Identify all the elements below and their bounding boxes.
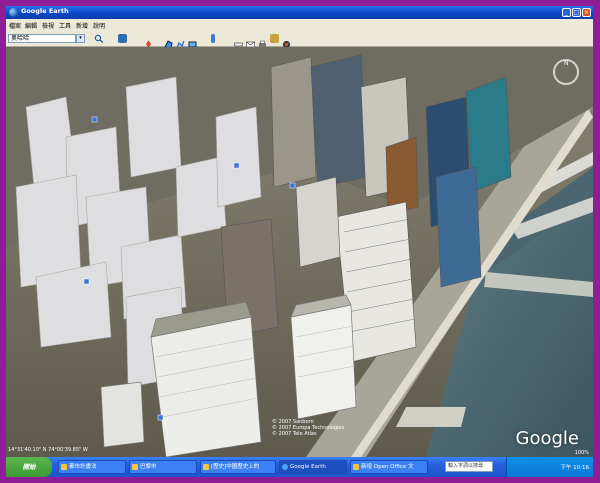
document-icon (353, 464, 359, 470)
taskbar-item-label: [歷史]中國歷史上的 (211, 464, 260, 470)
maximize-button[interactable]: □ (572, 8, 581, 17)
menu-add[interactable]: 新增 (76, 21, 88, 30)
taskbar-search-input[interactable]: 輸入字詞以搜尋 (445, 461, 493, 472)
overlay-icon[interactable] (188, 34, 197, 48)
taskbar-item-label: 都市計畫法 (69, 464, 97, 470)
document-icon (203, 464, 209, 470)
streaming-status: 100% (574, 450, 589, 456)
taskbar-item[interactable]: [歷史]中國歷史上的 (200, 460, 276, 474)
search-input[interactable]: 奥哈哈 (8, 34, 76, 43)
google-earth-window: Google Earth _ □ × 檔案 編輯 檢視 工具 新增 說明 奥哈哈… (6, 6, 593, 477)
menu-help[interactable]: 說明 (93, 21, 105, 30)
taskbar-item-label: 新增 Open Office 文 (361, 464, 414, 470)
close-button[interactable]: × (582, 8, 591, 17)
email-icon[interactable] (246, 34, 255, 48)
pointer-coordinates: 14°31'40.10" N 74°00'39.85" W (8, 447, 88, 453)
polygon-icon[interactable] (164, 34, 173, 49)
taskbar-item[interactable]: 巴黎市 (129, 460, 197, 474)
window-title: Google Earth (21, 7, 69, 15)
clock[interactable]: 下午 10:16 (560, 463, 589, 471)
taskbar-item[interactable]: 新增 Open Office 文 (350, 460, 428, 474)
title-bar[interactable]: Google Earth _ □ × (6, 6, 593, 19)
google-earth-icon (282, 464, 288, 470)
tour-icon[interactable] (211, 34, 215, 43)
menu-tools[interactable]: 工具 (59, 21, 71, 30)
start-button[interactable]: 開始 (6, 457, 52, 477)
search-icon[interactable] (94, 34, 104, 43)
taskbar-item-label: Google Earth (290, 464, 326, 470)
city-3d-view[interactable] (6, 47, 593, 457)
map-icon[interactable] (270, 34, 279, 43)
google-earth-app-icon (9, 8, 18, 17)
taskbar-item[interactable]: Google Earth (279, 460, 347, 474)
navigation-compass[interactable]: N (553, 59, 579, 85)
search-dropdown-button[interactable]: ▾ (76, 34, 85, 43)
compass-north-label: N (564, 60, 569, 67)
ruler-icon[interactable] (234, 34, 243, 47)
path-icon[interactable] (176, 34, 185, 49)
folder-icon (132, 464, 138, 470)
folder-icon (61, 464, 67, 470)
menu-view[interactable]: 檢視 (42, 21, 54, 30)
taskbar-item[interactable]: 都市計畫法 (58, 460, 126, 474)
placemark-icon[interactable] (144, 34, 153, 49)
windows-taskbar: 開始 都市計畫法 巴黎市 [歷史]中國歷史上的 Google Earth 新增 … (6, 457, 593, 477)
imagery-copyright: © 2007 Sanborn © 2007 Europa Technologie… (272, 419, 344, 437)
minimize-button[interactable]: _ (562, 8, 571, 17)
toolbar: 奥哈哈 ▾ (6, 31, 593, 49)
sidebar-icon[interactable] (118, 34, 127, 43)
taskbar-item-label: 巴黎市 (140, 464, 157, 470)
copyright-line: © 2007 Tele Atlas (272, 431, 317, 437)
3d-map-viewport[interactable]: N © 2007 Sanborn © 2007 Europa Technolog… (6, 47, 593, 457)
print-icon[interactable] (258, 34, 267, 47)
menu-edit[interactable]: 編輯 (25, 21, 37, 30)
google-logo: Google (515, 428, 579, 449)
menu-file[interactable]: 檔案 (9, 21, 21, 30)
sky-icon[interactable] (282, 34, 291, 49)
system-tray: 下午 10:16 (506, 457, 593, 477)
